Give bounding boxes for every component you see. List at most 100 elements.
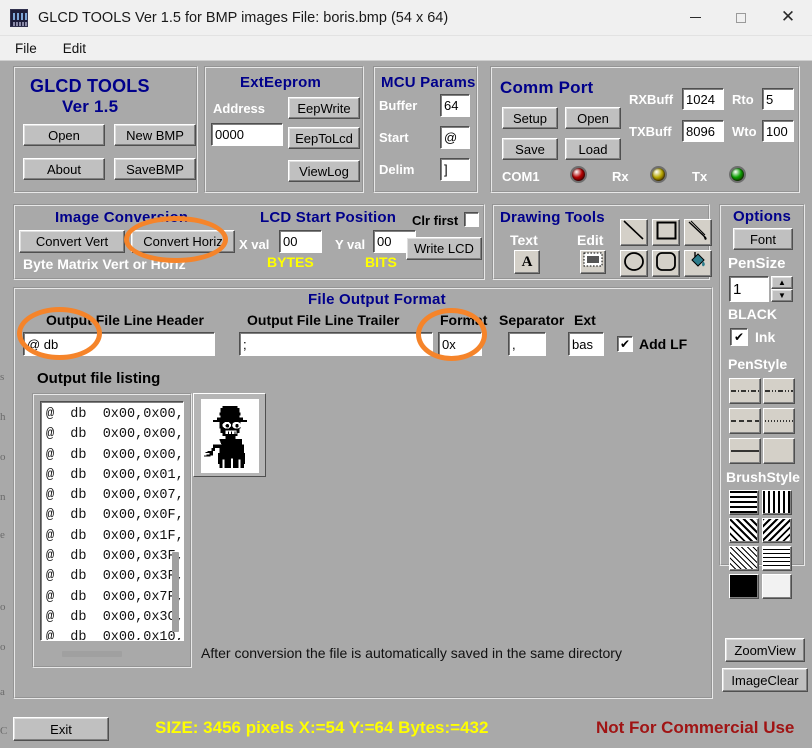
- convert-vert-button[interactable]: Convert Vert: [19, 230, 125, 253]
- penstyle-dotted-button[interactable]: [763, 408, 795, 434]
- ext-input[interactable]: bas: [568, 332, 604, 356]
- format-input[interactable]: 0x: [438, 332, 482, 356]
- eep-to-lcd-button[interactable]: EepToLcd: [288, 127, 360, 149]
- penstyle-dashdotdot-button[interactable]: [763, 378, 795, 404]
- bmp-preview-thumbnail[interactable]: [201, 399, 259, 473]
- about-panel: GLCD TOOLS Ver 1.5 Open New BMP About Sa…: [13, 66, 198, 193]
- brush-cross-diagonal-button[interactable]: [729, 546, 759, 571]
- font-button[interactable]: Font: [733, 228, 793, 250]
- about-button[interactable]: About: [23, 158, 105, 180]
- listing-line[interactable]: @ db 0x00,0x00,: [41, 446, 183, 466]
- view-log-button[interactable]: ViewLog: [288, 160, 360, 182]
- checkmark-icon: ✔: [620, 338, 630, 350]
- exit-button[interactable]: Exit: [13, 717, 109, 741]
- output-header-input[interactable]: @ db: [23, 332, 215, 356]
- convert-horiz-button[interactable]: Convert Horiz: [131, 230, 235, 253]
- wto-input[interactable]: 100: [762, 120, 794, 142]
- brush-diagonal-down-button[interactable]: [762, 518, 792, 543]
- comm-load-button[interactable]: Load: [565, 138, 621, 160]
- size-status-text: SIZE: 3456 pixels X:=54 Y:=64 Bytes:=432: [155, 718, 488, 738]
- output-listing-lines: @ db 0x00,0x00,@ db 0x00,0x00,@ db 0x00,…: [41, 402, 183, 641]
- line-tool-button[interactable]: [620, 219, 648, 246]
- font-button-label: Font: [750, 232, 776, 247]
- rxbuff-input[interactable]: 1024: [682, 88, 724, 110]
- menu-file[interactable]: File: [12, 39, 40, 58]
- clr-first-checkbox[interactable]: [464, 212, 479, 227]
- delim-input[interactable]: ]: [440, 158, 470, 181]
- listing-vertical-scrollbar[interactable]: [172, 552, 179, 632]
- new-bmp-button-label: New BMP: [126, 128, 184, 143]
- penstyle-dashdot-button[interactable]: [729, 378, 761, 404]
- start-input[interactable]: @: [440, 126, 470, 149]
- brush-vertical-button[interactable]: [762, 490, 792, 515]
- close-button[interactable]: ✕: [764, 0, 812, 36]
- listing-line[interactable]: @ db 0x00,0x00,: [41, 405, 183, 425]
- ellipse-tool-button[interactable]: [620, 250, 648, 277]
- write-lcd-button[interactable]: Write LCD: [406, 237, 482, 260]
- comm-open-button[interactable]: Open: [565, 107, 621, 129]
- listing-line[interactable]: @ db 0x00,0x01,: [41, 466, 183, 486]
- text-tool-label: Text: [510, 232, 538, 248]
- text-tool-button[interactable]: A: [514, 250, 540, 274]
- listing-line[interactable]: @ db 0x00,0x3C,: [41, 608, 183, 628]
- drawing-tools-panel: Drawing Tools Text Edit A: [492, 204, 710, 280]
- output-listing-listbox[interactable]: @ db 0x00,0x00,@ db 0x00,0x00,@ db 0x00,…: [40, 401, 184, 641]
- listing-line[interactable]: @ db 0x00,0x0F,: [41, 506, 183, 526]
- maximize-button[interactable]: [718, 0, 764, 36]
- listing-line[interactable]: @ db 0x00,0x7F,: [41, 588, 183, 608]
- eep-write-button[interactable]: EepWrite: [288, 97, 360, 119]
- listing-line[interactable]: @ db 0x00,0x00,: [41, 425, 183, 445]
- address-input[interactable]: 0000: [211, 123, 283, 146]
- pencil-tool-button[interactable]: [684, 219, 712, 246]
- penstyle-dashed-button[interactable]: [729, 408, 761, 434]
- save-bmp-button[interactable]: SaveBMP: [114, 158, 196, 180]
- listing-line[interactable]: @ db 0x00,0x3F,: [41, 547, 183, 567]
- output-listing-frame: @ db 0x00,0x00,@ db 0x00,0x00,@ db 0x00,…: [32, 393, 192, 668]
- penstyle-none-button[interactable]: [763, 438, 795, 464]
- listing-horizontal-scrollbar[interactable]: [62, 651, 122, 657]
- separator-input[interactable]: ,: [508, 332, 546, 356]
- open-button-label: Open: [48, 128, 80, 143]
- pensize-input[interactable]: 1: [729, 276, 769, 302]
- pensize-down-button[interactable]: ▼: [771, 289, 793, 302]
- minimize-button[interactable]: [672, 0, 718, 36]
- output-trailer-input[interactable]: ;: [239, 332, 433, 356]
- listing-line[interactable]: @ db 0x00,0x1F,: [41, 527, 183, 547]
- listing-line[interactable]: @ db 0x00,0x10,: [41, 628, 183, 641]
- txbuff-input[interactable]: 8096: [682, 120, 724, 142]
- listing-line[interactable]: @ db 0x00,0x07,: [41, 486, 183, 506]
- comm-setup-label: Setup: [513, 111, 547, 126]
- format-label: Format: [440, 312, 487, 328]
- rto-input[interactable]: 5: [762, 88, 794, 110]
- ink-checkbox[interactable]: ✔: [730, 328, 748, 346]
- title-bar: GLCD TOOLS Ver 1.5 for BMP images File: …: [0, 0, 812, 36]
- new-bmp-button[interactable]: New BMP: [114, 124, 196, 146]
- pen-dashed-icon: [731, 419, 759, 423]
- brush-solid-black-button[interactable]: [729, 574, 759, 599]
- comm-setup-button[interactable]: Setup: [502, 107, 558, 129]
- x-val-input[interactable]: 00: [279, 230, 322, 253]
- pensize-up-button[interactable]: ▲: [771, 276, 793, 289]
- buffer-input[interactable]: 64: [440, 94, 470, 117]
- edge-artifact-3: o: [0, 451, 6, 463]
- brush-horizontal-button[interactable]: [729, 490, 759, 515]
- ext-eeprom-title: ExtEeprom: [240, 74, 321, 91]
- rounded-rect-tool-button[interactable]: [652, 250, 680, 277]
- write-lcd-label: Write LCD: [414, 241, 474, 256]
- open-button[interactable]: Open: [23, 124, 105, 146]
- listing-line[interactable]: @ db 0x00,0x3F,: [41, 567, 183, 587]
- brush-diagonal-up-button[interactable]: [729, 518, 759, 543]
- edit-tool-button[interactable]: [580, 250, 606, 274]
- add-lf-checkbox[interactable]: ✔: [617, 336, 633, 352]
- comm-save-button[interactable]: Save: [502, 138, 558, 160]
- penstyle-solid-button[interactable]: [729, 438, 761, 464]
- menu-edit[interactable]: Edit: [60, 39, 89, 58]
- rectangle-tool-button[interactable]: [652, 219, 680, 246]
- imageclear-button[interactable]: ImageClear: [722, 668, 808, 692]
- brush-solid-white-button[interactable]: [762, 574, 792, 599]
- brush-cross-button[interactable]: [762, 546, 792, 571]
- app-logo-icon: [10, 9, 28, 27]
- fill-bucket-tool-button[interactable]: [684, 250, 712, 277]
- y-val-label: Y val: [335, 237, 365, 252]
- zoomview-button[interactable]: ZoomView: [725, 638, 805, 662]
